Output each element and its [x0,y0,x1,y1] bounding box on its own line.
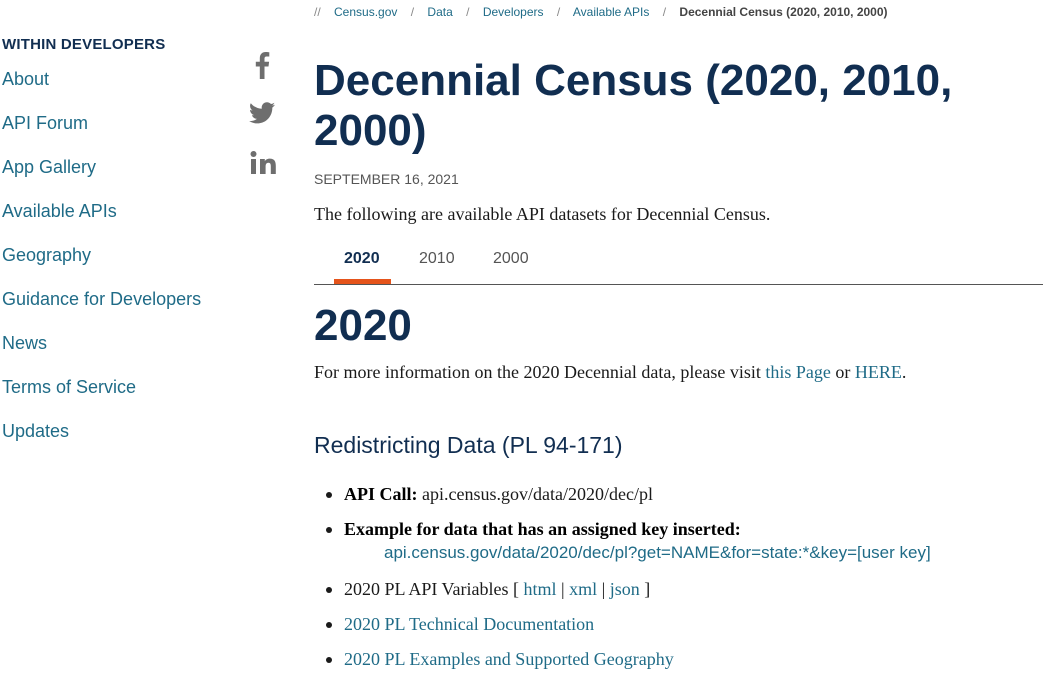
this-page-link[interactable]: this Page [765,362,831,382]
pipe-separator: | [556,579,570,599]
breadcrumb-separator: / [466,5,470,19]
breadcrumb-separator: / [662,5,667,19]
tab-2000[interactable]: 2000 [493,250,529,268]
breadcrumb-separator: / [410,5,415,19]
sidebar-item-api-forum[interactable]: API Forum [2,113,88,134]
intro-text: The following are available API datasets… [314,204,771,224]
year-tabs: 2020 2010 2000 [314,244,1043,285]
linkedin-icon[interactable] [250,151,276,175]
breadcrumb-developers[interactable]: Developers [483,5,544,19]
sidebar-item-guidance-for-developers[interactable]: Guidance for Developers [2,289,201,310]
tab-2020[interactable]: 2020 [344,250,380,268]
example-label: Example for data that has an assigned ke… [344,519,741,539]
publish-date: SEPTEMBER 16, 2021 [314,171,459,187]
list-item-example: Example for data that has an assigned ke… [314,519,741,540]
sidebar-title: WITHIN DEVELOPERS [2,36,166,53]
more-info-or: or [830,362,855,382]
active-tab-indicator [334,279,391,284]
variables-json-link[interactable]: json [610,579,640,599]
twitter-icon[interactable] [249,102,275,124]
variables-suffix: ] [639,579,651,599]
sidebar-item-available-apis[interactable]: Available APIs [2,201,117,222]
breadcrumb-available-apis[interactable]: Available APIs [573,5,650,19]
sidebar-item-terms-of-service[interactable]: Terms of Service [2,377,136,398]
tab-2010[interactable]: 2010 [419,250,455,268]
list-item-api-call: API Call: api.census.gov/data/2020/dec/p… [314,484,653,505]
sidebar-item-geography[interactable]: Geography [2,245,91,266]
list-item-tech-doc: 2020 PL Technical Documentation [314,614,594,635]
sidebar-item-news[interactable]: News [2,333,47,354]
more-info-prefix: For more information on the 2020 Decenni… [314,362,766,382]
example-url-link[interactable]: api.census.gov/data/2020/dec/pl?get=NAME… [384,543,931,563]
page-title: Decennial Census (2020, 2010, 2000) [314,56,953,155]
breadcrumb-lead: // [314,5,321,19]
variables-html-link[interactable]: html [524,579,557,599]
here-link[interactable]: HERE [855,362,902,382]
variables-prefix: 2020 PL API Variables [ [344,579,524,599]
examples-geography-link[interactable]: 2020 PL Examples and Supported Geography [344,649,674,669]
more-info-text: For more information on the 2020 Decenni… [314,362,906,383]
breadcrumb: // Census.gov / Data / Developers / Avai… [314,5,888,19]
list-item-variables: 2020 PL API Variables [ html | xml | jso… [314,579,650,600]
sidebar: WITHIN DEVELOPERS About API Forum App Ga… [2,36,232,441]
pipe-separator: | [597,579,610,599]
sidebar-item-updates[interactable]: Updates [2,421,69,442]
breadcrumb-separator: / [556,5,561,19]
technical-documentation-link[interactable]: 2020 PL Technical Documentation [344,614,594,634]
variables-xml-link[interactable]: xml [569,579,597,599]
sidebar-item-app-gallery[interactable]: App Gallery [2,157,96,178]
breadcrumb-data[interactable]: Data [427,5,452,19]
breadcrumb-current: Decennial Census (2020, 2010, 2000) [679,5,888,19]
more-info-suffix: . [901,362,907,382]
list-item-examples-geography: 2020 PL Examples and Supported Geography [314,649,674,670]
section-heading: 2020 [314,301,412,350]
redistricting-heading: Redistricting Data (PL 94-171) [314,432,623,458]
api-call-value: api.census.gov/data/2020/dec/pl [417,484,653,504]
api-call-label: API Call: [344,484,418,504]
breadcrumb-census-gov[interactable]: Census.gov [334,5,397,19]
sidebar-item-about[interactable]: About [2,69,49,90]
facebook-icon[interactable] [254,51,270,79]
